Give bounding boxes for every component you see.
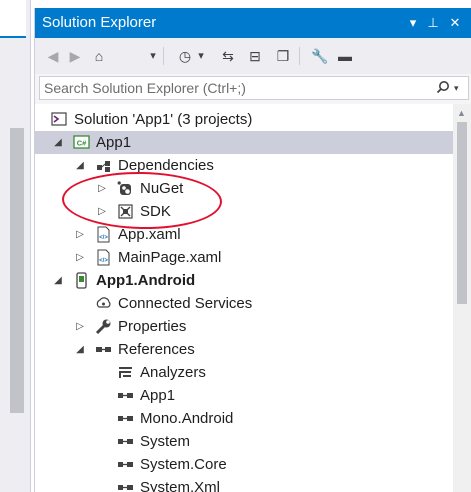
tree-item-label: MainPage.xaml: [118, 249, 222, 266]
close-icon[interactable]: ✕: [446, 13, 464, 33]
tree-vertical-scrollbar[interactable]: ▲: [453, 104, 471, 492]
window-position-dropdown-icon[interactable]: ▾: [404, 13, 422, 33]
tree-item-label: System: [140, 433, 191, 450]
reference-icon: [117, 433, 134, 450]
connected-services-icon: [95, 295, 112, 312]
tree-item[interactable]: Solution 'App1' (3 projects): [35, 108, 453, 131]
tree-item[interactable]: ◢ Dependencies: [35, 154, 453, 177]
toolbar-separator: [163, 47, 164, 65]
tree-item[interactable]: System: [35, 430, 453, 453]
search-input[interactable]: [40, 77, 440, 99]
tree-item-label: App1: [140, 387, 176, 404]
tree-item[interactable]: App1: [35, 384, 453, 407]
tree-item-label: System.Xml: [140, 479, 221, 492]
tree-item[interactable]: ▷ </> MainPage.xaml: [35, 246, 453, 269]
tree-item[interactable]: System.Xml: [35, 476, 453, 492]
tree-item[interactable]: ◢ App1.Android: [35, 269, 453, 292]
tree-item[interactable]: ▷ Properties: [35, 315, 453, 338]
search-box: ▾: [39, 76, 469, 100]
reference-icon: [117, 387, 134, 404]
collapse-arrow-icon[interactable]: ◢: [53, 269, 63, 292]
nuget-icon: [117, 180, 134, 197]
wrench-icon: [95, 318, 112, 335]
svg-text:</>: </>: [99, 235, 108, 241]
collapse-arrow-icon[interactable]: ◢: [75, 338, 85, 361]
tree-item-label: References: [118, 341, 195, 358]
expand-arrow-icon[interactable]: ▷: [97, 177, 107, 200]
search-options-dropdown-icon[interactable]: ▾: [454, 77, 464, 99]
tree-item[interactable]: ▷ NuGet: [35, 177, 453, 200]
solution-icon: [51, 111, 68, 128]
csharp-project-icon: C#: [73, 134, 90, 151]
home-button[interactable]: ⌂: [89, 46, 109, 66]
collapse-arrow-icon[interactable]: ◢: [53, 131, 63, 154]
tree-item-label: Connected Services: [118, 295, 253, 312]
tree-item-label: Properties: [118, 318, 187, 335]
references-icon: [95, 341, 112, 358]
toolbar-separator: [299, 47, 300, 65]
reference-icon: [117, 456, 134, 473]
pending-changes-dropdown-icon[interactable]: ▾: [195, 46, 207, 66]
tree-item-label: App1: [96, 134, 132, 151]
expand-arrow-icon[interactable]: ▷: [75, 315, 85, 338]
tree-item-label: SDK: [140, 203, 171, 220]
tree-item[interactable]: Analyzers: [35, 361, 453, 384]
panel-titlebar[interactable]: Solution Explorer ▾ ⊥ ✕: [35, 8, 471, 38]
search-icon[interactable]: [436, 80, 450, 94]
solution-explorer-panel: Solution Explorer ▾ ⊥ ✕ ◀ ▶ ⌂ ▾ ◷ ▾ ⇆ ⊟ …: [34, 8, 471, 492]
expand-arrow-icon[interactable]: ▷: [97, 200, 107, 223]
tree-item[interactable]: ◢ C# App1: [35, 131, 453, 154]
dependencies-icon: [95, 157, 112, 174]
tree-item-label: System.Core: [140, 456, 227, 473]
pending-changes-filter-button[interactable]: ◷: [175, 46, 195, 66]
tree-item[interactable]: ◢ References: [35, 338, 453, 361]
tree-item-label: Mono.Android: [140, 410, 234, 427]
editor-tab[interactable]: [0, 0, 26, 38]
auto-hide-pin-icon[interactable]: ⊥: [424, 13, 442, 33]
xaml-file-icon: </>: [95, 226, 112, 243]
panel-title: Solution Explorer: [42, 14, 157, 31]
sdk-icon: [117, 203, 134, 220]
properties-button[interactable]: 🔧: [310, 46, 330, 66]
reference-icon: [117, 479, 134, 492]
collapse-arrow-icon[interactable]: ◢: [75, 154, 85, 177]
tree-item[interactable]: ▷ SDK: [35, 200, 453, 223]
svg-text:</>: </>: [99, 258, 108, 264]
expand-arrow-icon[interactable]: ▷: [75, 246, 85, 269]
tree-item-label: Solution 'App1' (3 projects): [74, 111, 253, 128]
sync-with-active-document-button[interactable]: ⇆: [218, 46, 238, 66]
tree-item[interactable]: Mono.Android: [35, 407, 453, 430]
solution-explorer-toolbar: ◀ ▶ ⌂ ▾ ◷ ▾ ⇆ ⊟ ❐ 🔧 ▬: [35, 38, 471, 74]
show-all-files-button[interactable]: ❐: [273, 46, 293, 66]
expand-arrow-icon[interactable]: ▷: [75, 223, 85, 246]
tree-item-label: NuGet: [140, 180, 184, 197]
left-editor-strip: [0, 0, 31, 492]
switch-views-dropdown-icon[interactable]: ▾: [147, 46, 159, 66]
tree-item-label: App1.Android: [96, 272, 196, 289]
solution-tree: Solution 'App1' (3 projects) ◢ C# App1 ◢ Depe…: [35, 104, 453, 492]
preview-selected-items-button[interactable]: ▬: [335, 46, 355, 66]
analyzers-icon: [117, 364, 134, 381]
scroll-up-arrow-icon[interactable]: ▲: [457, 108, 466, 118]
reference-icon: [117, 410, 134, 427]
tree-item-label: App.xaml: [118, 226, 181, 243]
collapse-all-button[interactable]: ⊟: [245, 46, 265, 66]
tree-item[interactable]: Connected Services: [35, 292, 453, 315]
editor-scrollbar[interactable]: [10, 128, 24, 413]
xaml-file-icon: </>: [95, 249, 112, 266]
scrollbar-thumb[interactable]: [457, 122, 467, 304]
tree-item[interactable]: ▷ </> App.xaml: [35, 223, 453, 246]
forward-button[interactable]: ▶: [65, 46, 85, 66]
svg-text:C#: C#: [77, 139, 87, 148]
tree-item-label: Dependencies: [118, 157, 214, 174]
android-project-icon: [73, 272, 90, 289]
tree-item[interactable]: System.Core: [35, 453, 453, 476]
back-button[interactable]: ◀: [43, 46, 63, 66]
tree-item-label: Analyzers: [140, 364, 206, 381]
